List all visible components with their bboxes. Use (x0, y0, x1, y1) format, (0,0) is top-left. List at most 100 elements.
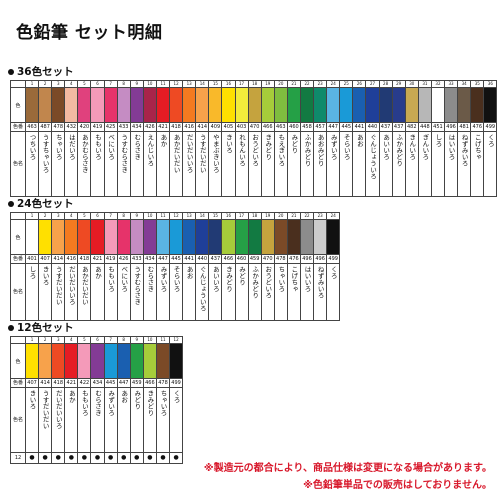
color-code: 470 (260, 254, 275, 264)
color-code: 418 (169, 122, 184, 132)
color-name-cell: ももいろ (77, 387, 92, 453)
color-code: 425 (103, 122, 118, 132)
color-name: そらいろ (172, 266, 181, 292)
color-name: きんいろ (407, 134, 416, 160)
color-name: ふかみどり (250, 266, 259, 299)
code-row-label: 色番 (10, 122, 26, 132)
color-swatch (24, 87, 40, 123)
bullet-icon (8, 68, 14, 75)
color-name-cell: こげちゃ (286, 263, 301, 321)
page-title: 色鉛筆 セット明細 (16, 23, 163, 43)
color-name-cell: しろ (24, 263, 40, 321)
included-mark: ● (169, 452, 184, 464)
color-name: こげちゃ (289, 266, 298, 292)
color-number: 24 (326, 80, 341, 88)
color-code: 481 (457, 122, 472, 132)
color-number: 10 (142, 80, 157, 88)
color-code: 460 (234, 254, 249, 264)
color-name-cell: うすだいだい (51, 263, 66, 321)
color-code: 434 (129, 122, 144, 132)
name-row-label: 色名 (10, 131, 26, 197)
color-number: 10 (142, 212, 157, 220)
color-swatch (299, 87, 315, 123)
color-swatch (391, 87, 406, 123)
color-name-cell: そらいろ (169, 263, 184, 321)
color-number: 24 (326, 212, 341, 220)
color-name-cell: あお (182, 263, 197, 321)
color-number: 12 (169, 212, 184, 220)
color-swatch (129, 219, 144, 255)
color-swatch (24, 219, 40, 255)
color-number: 1 (24, 80, 40, 88)
name-row-label: 色名 (10, 387, 26, 453)
color-code: 416 (182, 122, 197, 132)
color-swatch (38, 219, 53, 255)
set24-heading-text: 24色セット (17, 198, 74, 210)
color-number: 22 (299, 80, 315, 88)
color-name: きみどり (263, 134, 272, 160)
color-swatch (24, 343, 40, 379)
color-name-cell: ふかみどり (391, 131, 406, 197)
color-number: 17 (234, 80, 249, 88)
color-name: むらさき (132, 134, 141, 160)
color-name-cell: むらさき (129, 131, 144, 197)
color-name: あか (93, 266, 102, 279)
color-name: あかだいだい (172, 134, 181, 173)
color-name: だいだいいろ (54, 390, 63, 429)
color-name-cell: あかだいだい (77, 263, 92, 321)
color-name-cell: きみどり (142, 387, 157, 453)
notice-no-single-sale: ※色鉛筆単品での販売はしておりません。 (303, 480, 492, 491)
color-number: 3 (51, 80, 66, 88)
color-code: 414 (195, 122, 210, 132)
color-swatch (260, 219, 275, 255)
color-name: うすむらさき (132, 266, 141, 305)
color-name: みずいろ (329, 134, 338, 160)
color-number: 5 (77, 80, 92, 88)
color-number: 16 (221, 212, 236, 220)
color-name: あいいろ (211, 266, 220, 292)
color-name: だいだいいろ (67, 266, 76, 305)
color-number: 7 (103, 212, 118, 220)
color-swatch (286, 219, 301, 255)
included-mark: ● (77, 452, 92, 464)
bullet-icon (8, 324, 14, 331)
color-name-cell: あお (352, 131, 367, 197)
color-code: 451 (430, 122, 446, 132)
color-code: 434 (142, 254, 157, 264)
color-name: きみどり (224, 266, 233, 292)
color-number: 20 (273, 212, 288, 220)
color-code: 407 (38, 254, 53, 264)
color-name: だいだいいろ (185, 134, 194, 173)
color-name-cell: あかむらさき (77, 131, 92, 197)
color-row-label: 色 (10, 343, 26, 379)
color-swatch (90, 87, 105, 123)
color-row-label: 色 (10, 87, 26, 123)
color-code: 478 (155, 378, 171, 388)
color-name-cell: ぐんじょういろ (365, 131, 380, 197)
color-swatch (155, 219, 171, 255)
included-mark: ● (116, 452, 131, 464)
color-name-cell: だいだいいろ (182, 131, 197, 197)
color-name: あか (67, 390, 76, 403)
color-number: 3 (51, 212, 66, 220)
color-swatch (51, 343, 66, 379)
color-name: ぐんじょういろ (368, 134, 377, 180)
color-number: 1 (24, 212, 40, 220)
color-name: みどり (132, 390, 141, 410)
color-name-cell: きいろ (38, 263, 53, 321)
color-name: ぐんじょういろ (198, 266, 207, 312)
set36-heading: 36色セット (8, 64, 74, 79)
color-code: 448 (417, 122, 432, 132)
color-code: 478 (51, 122, 66, 132)
color-name: あお (355, 134, 364, 147)
color-name: きいろ (224, 134, 233, 154)
color-name-cell: つちいろ (24, 131, 40, 197)
color-name: ふかみどり (394, 134, 403, 167)
color-name: むらさき (145, 266, 154, 292)
color-number: 9 (129, 212, 144, 220)
color-name-cell: きみどり (260, 131, 275, 197)
color-name-cell: れもんいろ (234, 131, 249, 197)
color-number: 11 (155, 212, 171, 220)
color-swatch (352, 87, 367, 123)
color-name-cell: あお (116, 387, 131, 453)
